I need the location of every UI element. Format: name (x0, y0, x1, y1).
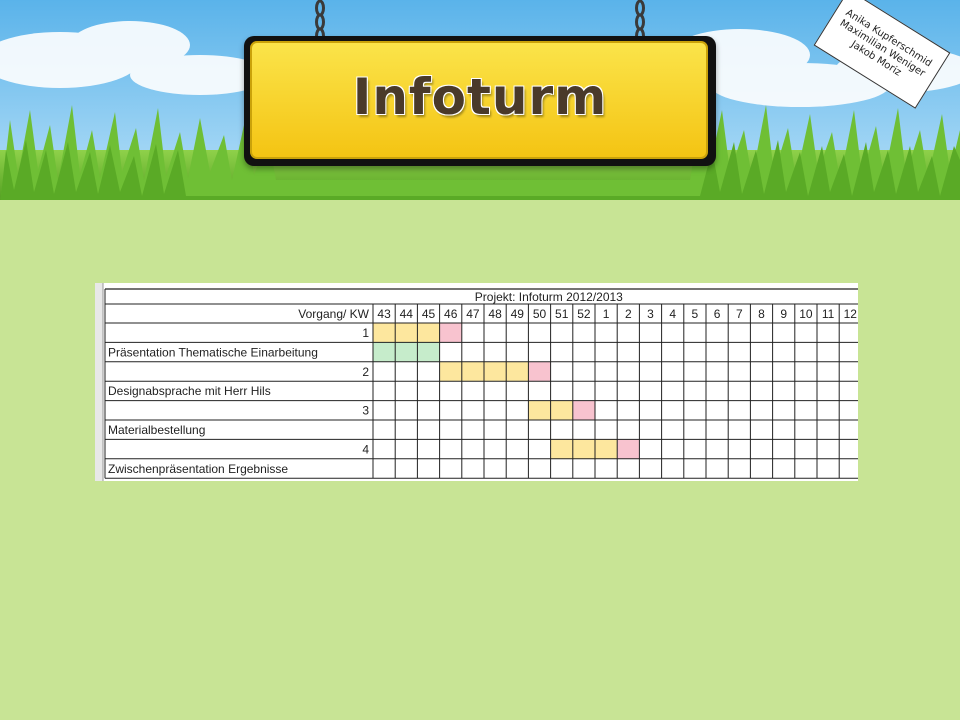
gantt-chart: Projekt: Infoturm 2012/2013 Vorgang/ KW 43… (95, 283, 858, 481)
week-number: 50 (533, 307, 547, 321)
week-number: 52 (577, 307, 591, 321)
week-number: 12 (844, 307, 858, 321)
week-number: 44 (400, 307, 414, 321)
week-number: 11 (822, 307, 835, 321)
task-label: Materialbestellung (108, 423, 205, 437)
week-number: 10 (799, 307, 813, 321)
task-label: Zwischenpräsentation Ergebnisse (108, 462, 288, 476)
task-label: 3 (362, 404, 369, 418)
gantt-bar (439, 323, 462, 343)
gantt-bar (528, 361, 551, 382)
page-title: Infoturm (352, 68, 608, 126)
gantt-bar (572, 400, 595, 420)
task-label: 1 (362, 326, 369, 340)
gantt-bar (617, 439, 640, 459)
week-number: 46 (444, 307, 458, 321)
week-number: 51 (555, 307, 569, 321)
week-number: 47 (466, 307, 480, 321)
task-label: Designabsprache mit Herr Hils (108, 384, 271, 398)
gantt-bar (550, 439, 618, 459)
week-number: 1 (603, 307, 610, 321)
week-number: 7 (736, 307, 743, 321)
week-number: 45 (422, 307, 436, 321)
gantt-table: Projekt: Infoturm 2012/2013Vorgang/ KW 43… (95, 283, 858, 481)
gantt-bar (373, 323, 440, 343)
week-number: 49 (511, 307, 525, 321)
task-label: 2 (362, 365, 369, 379)
week-number: 43 (377, 307, 391, 321)
week-number: 5 (692, 307, 699, 321)
week-number: 2 (625, 307, 632, 321)
header-label: Vorgang/ KW (298, 307, 369, 321)
task-label: Präsentation Thematische Einarbeitung (108, 345, 318, 359)
row-header-strip (95, 283, 103, 481)
project-title: Projekt: Infoturm 2012/2013 (475, 290, 623, 304)
task-label: 4 (362, 442, 369, 456)
week-number: 9 (780, 307, 787, 321)
week-number: 48 (488, 307, 502, 321)
week-number: 6 (714, 307, 721, 321)
gantt-bar (373, 342, 440, 362)
week-number: 3 (647, 307, 654, 321)
week-number: 8 (758, 307, 765, 321)
week-number: 4 (669, 307, 676, 321)
